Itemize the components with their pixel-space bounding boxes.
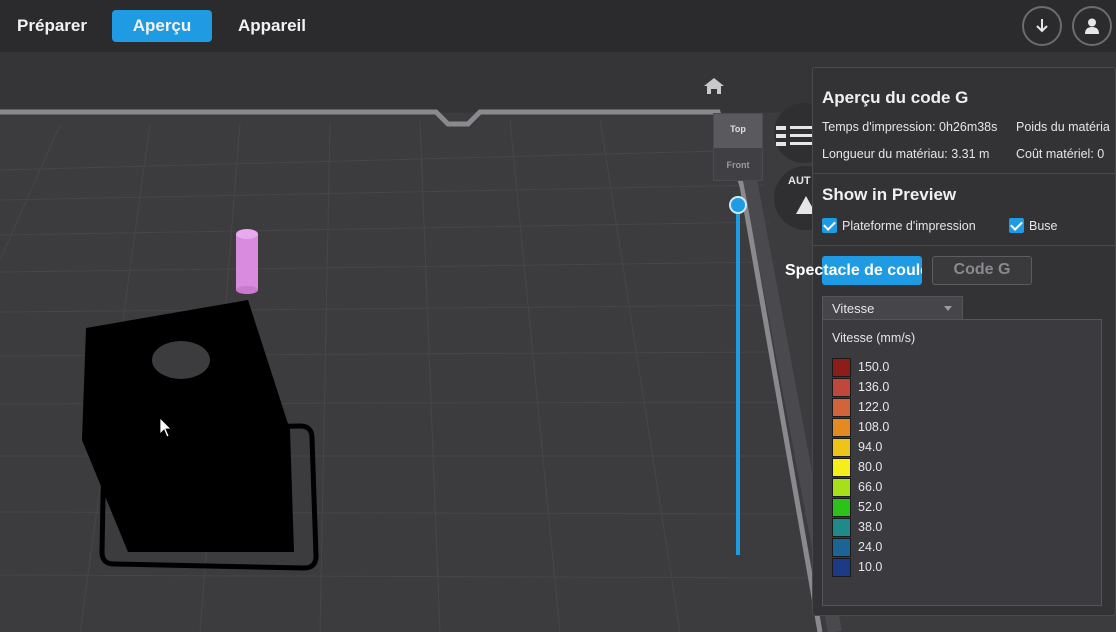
legend-swatch <box>832 557 851 577</box>
legend-label: 122.0 <box>858 400 890 414</box>
legend-swatch <box>832 457 851 477</box>
nozzle-checkbox-label: Buse <box>1029 219 1058 233</box>
legend-row: 80.0 <box>832 457 882 477</box>
chevron-down-icon <box>944 306 952 311</box>
view-cube-top[interactable]: Top <box>714 114 762 148</box>
platform-checkbox[interactable]: Plateforme d'impression <box>822 218 976 233</box>
tab-prepare[interactable]: Préparer <box>8 10 96 42</box>
divider <box>813 173 1115 174</box>
model-hole <box>152 341 210 379</box>
material-weight: Poids du matéria <box>1016 120 1110 134</box>
legend-label: 136.0 <box>858 380 890 394</box>
legend-swatch <box>832 517 851 537</box>
legend-row: 108.0 <box>832 417 889 437</box>
legend-row: 94.0 <box>832 437 882 457</box>
legend-swatch <box>832 437 851 457</box>
legend-row: 122.0 <box>832 397 889 417</box>
dropdown-selected-value: Vitesse <box>832 301 875 316</box>
tab-preview[interactable]: Aperçu <box>112 10 212 42</box>
legend-row: 66.0 <box>832 477 882 497</box>
nozzle-checkbox[interactable]: Buse <box>1009 218 1058 233</box>
legend-swatch <box>832 537 851 557</box>
checkbox-checked-icon[interactable] <box>822 218 837 233</box>
speed-legend: Vitesse (mm/s) 150.0 136.0 122.0 108.0 94.0 8… <box>822 319 1102 606</box>
legend-row: 38.0 <box>832 517 882 537</box>
auto-button-label: AUT <box>788 175 811 187</box>
view-cube-front[interactable]: Front <box>714 148 762 181</box>
legend-swatch <box>832 397 851 417</box>
prime-tower-top <box>236 229 258 239</box>
legend-label: 80.0 <box>858 460 883 474</box>
legend-label: 38.0 <box>858 520 883 534</box>
model-object[interactable] <box>82 300 294 552</box>
download-button[interactable] <box>1022 6 1062 46</box>
user-button[interactable] <box>1072 6 1112 46</box>
layer-slider-handle[interactable] <box>729 196 747 214</box>
legend-title: Vitesse (mm/s) <box>832 331 916 345</box>
download-icon <box>1036 19 1048 33</box>
checkbox-checked-icon[interactable] <box>1009 218 1024 233</box>
gcode-button[interactable]: Code G <box>932 256 1032 285</box>
print-time: Temps d'impression: 0h26m38s <box>822 120 998 134</box>
prime-tower-bottom <box>236 286 258 294</box>
legend-label: 66.0 <box>858 480 883 494</box>
legend-label: 108.0 <box>858 420 890 434</box>
legend-label: 150.0 <box>858 360 890 374</box>
legend-swatch <box>832 477 851 497</box>
color-display-button-label: Spectacle de couleur <box>785 262 922 279</box>
top-navigation-bar: Préparer Aperçu Appareil <box>0 0 1116 52</box>
prime-tower <box>236 234 258 290</box>
legend-row: 24.0 <box>832 537 882 557</box>
material-length: Longueur du matériau: 3.31 m <box>822 147 990 161</box>
legend-swatch <box>832 417 851 437</box>
color-scheme-dropdown[interactable]: Vitesse <box>822 296 963 320</box>
panel-title: Aperçu du code G <box>822 88 969 107</box>
user-icon <box>1085 18 1099 34</box>
legend-label: 10.0 <box>858 560 883 574</box>
home-icon[interactable] <box>704 78 724 94</box>
legend-row: 52.0 <box>832 497 882 517</box>
tab-device[interactable]: Appareil <box>228 10 316 42</box>
legend-label: 52.0 <box>858 500 883 514</box>
material-cost: Coût matériel: 0 <box>1016 147 1105 161</box>
legend-label: 94.0 <box>858 440 883 454</box>
legend-row: 150.0 <box>832 357 889 377</box>
legend-swatch <box>832 357 851 377</box>
platform-checkbox-label: Plateforme d'impression <box>842 219 976 233</box>
layers-icon <box>776 126 812 146</box>
legend-row: 10.0 <box>832 557 882 577</box>
divider <box>813 245 1115 246</box>
legend-label: 24.0 <box>858 540 883 554</box>
legend-swatch <box>832 377 851 397</box>
legend-swatch <box>832 497 851 517</box>
view-cube[interactable]: Top Front <box>713 113 763 181</box>
legend-row: 136.0 <box>832 377 889 397</box>
show-in-preview-title: Show in Preview <box>822 185 957 204</box>
